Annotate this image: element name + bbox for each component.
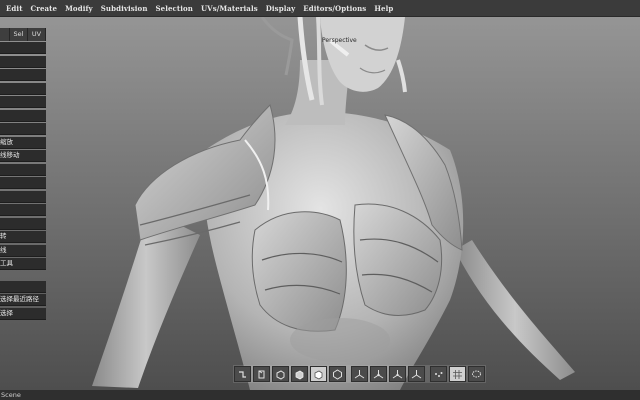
axis-scale-icon xyxy=(392,369,403,378)
panel-item-5[interactable] xyxy=(0,96,46,108)
hex-object-button[interactable] xyxy=(329,366,346,382)
dots-select-icon xyxy=(435,371,443,377)
axis-move-button[interactable] xyxy=(370,366,387,382)
cube-shaded-icon xyxy=(295,370,304,379)
panel-item-10[interactable] xyxy=(0,163,46,176)
cube-front-icon xyxy=(258,370,265,378)
menu-display[interactable]: Display xyxy=(266,4,296,13)
panel-item-select-nearest-path[interactable]: 选择最近路径 xyxy=(0,294,46,306)
cube-active-icon xyxy=(314,370,323,379)
tab-sel[interactable]: Sel xyxy=(10,28,28,41)
grid-icon xyxy=(453,369,462,379)
menu-uvs-materials[interactable]: UVs/Materials xyxy=(201,4,258,13)
status-text: Scene xyxy=(1,391,21,399)
panel-item-6[interactable] xyxy=(0,109,46,122)
axis-rotate-icon xyxy=(411,369,422,378)
cube-shaded-button[interactable] xyxy=(291,366,308,382)
model-render xyxy=(0,17,640,390)
panel-item-b1[interactable] xyxy=(0,280,46,293)
menu-subdivision[interactable]: Subdivision xyxy=(101,4,148,13)
lasso-icon xyxy=(472,370,481,377)
view-toolbar xyxy=(233,365,486,383)
menu-selection[interactable]: Selection xyxy=(156,4,193,13)
rotate-tool-icon xyxy=(239,370,246,378)
panel-item-1[interactable] xyxy=(0,42,46,54)
dots-select-button[interactable] xyxy=(430,366,447,382)
panel-item-4[interactable] xyxy=(0,82,46,95)
axis-scale-button[interactable] xyxy=(389,366,406,382)
panel-item-edge[interactable]: 线 xyxy=(0,244,46,257)
cube-side-button[interactable] xyxy=(272,366,289,382)
rotate-tool-button[interactable] xyxy=(234,366,251,382)
mode-tabs: Sel UV xyxy=(0,28,46,41)
panel-item-select[interactable]: 选择 xyxy=(0,307,46,320)
panel-item-tool[interactable]: 工具 xyxy=(0,258,46,270)
tab-uv[interactable]: UV xyxy=(28,28,46,41)
panel-item-14[interactable] xyxy=(0,217,46,230)
panel-item-rotate[interactable]: 转 xyxy=(0,231,46,243)
panel-item-3[interactable] xyxy=(0,69,46,81)
menu-help[interactable]: Help xyxy=(374,4,393,13)
panel-item-12[interactable] xyxy=(0,190,46,203)
axis-xyz-button[interactable] xyxy=(351,366,368,382)
viewport-3d[interactable]: Perspective xyxy=(0,17,640,390)
menu-edit[interactable]: Edit xyxy=(6,4,23,13)
menu-bar: Edit Create Modify Subdivision Selection… xyxy=(0,0,640,17)
panel-item-scale[interactable]: 缩放 xyxy=(0,136,46,149)
tool-panel: Sel UV 缩放 线移动 转 线 工具 选择最近路径 选择 xyxy=(0,28,46,320)
tab-mode-0[interactable] xyxy=(0,28,10,41)
menu-editors-options[interactable]: Editors/Options xyxy=(303,4,366,13)
panel-gap xyxy=(0,272,46,281)
viewport-camera-label: Perspective xyxy=(322,37,357,44)
cube-active-button[interactable] xyxy=(310,366,327,382)
status-bar: Scene xyxy=(0,390,640,400)
axis-move-icon xyxy=(373,369,384,378)
lasso-button[interactable] xyxy=(468,366,485,382)
menu-create[interactable]: Create xyxy=(31,4,58,13)
hex-object-icon xyxy=(333,368,342,380)
panel-item-2[interactable] xyxy=(0,55,46,68)
axis-rotate-button[interactable] xyxy=(408,366,425,382)
cube-front-button[interactable] xyxy=(253,366,270,382)
panel-item-11[interactable] xyxy=(0,177,46,189)
panel-item-move-edge[interactable]: 线移动 xyxy=(0,150,46,162)
axis-xyz-icon xyxy=(354,369,365,378)
grid-button[interactable] xyxy=(449,366,466,382)
menu-modify[interactable]: Modify xyxy=(65,4,93,13)
panel-item-13[interactable] xyxy=(0,204,46,216)
cube-side-icon xyxy=(276,369,285,380)
panel-item-7[interactable] xyxy=(0,123,46,135)
